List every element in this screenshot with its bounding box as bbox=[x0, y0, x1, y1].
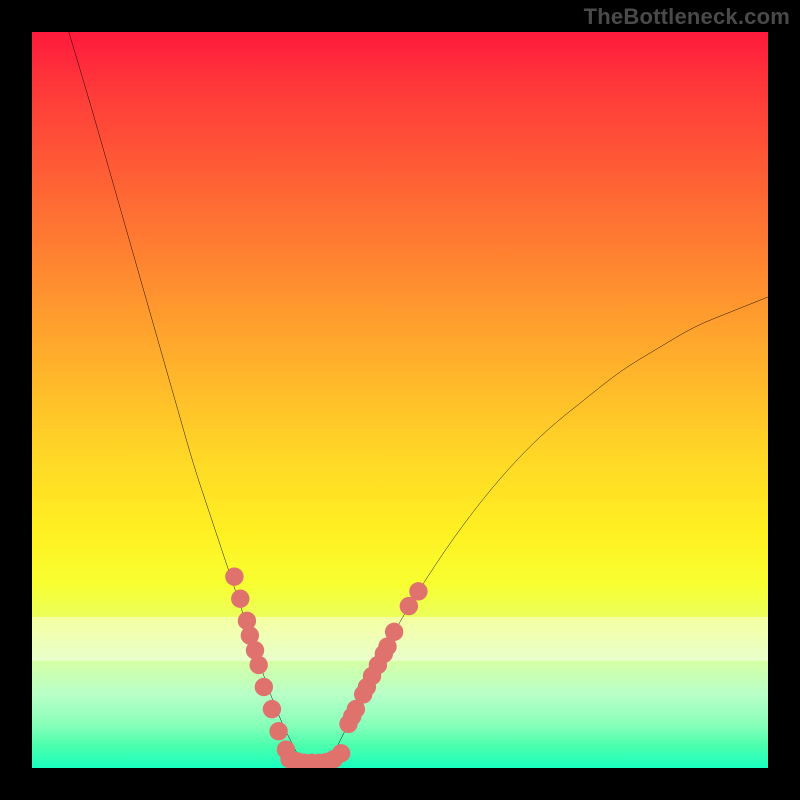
plot-area bbox=[32, 32, 768, 768]
chart-svg bbox=[32, 32, 768, 768]
chart-frame: TheBottleneck.com bbox=[0, 0, 800, 800]
curve-group bbox=[69, 32, 768, 768]
marker-left-1 bbox=[231, 590, 249, 608]
marker-right-11 bbox=[409, 582, 427, 600]
marker-left-0 bbox=[225, 567, 243, 585]
watermark-label: TheBottleneck.com bbox=[584, 4, 790, 30]
left-curve-line bbox=[69, 32, 305, 768]
marker-left-7 bbox=[263, 700, 281, 718]
marker-left-6 bbox=[255, 678, 273, 696]
marker-right-9 bbox=[385, 623, 403, 641]
marker-flat-7 bbox=[332, 744, 350, 762]
marker-group bbox=[225, 567, 427, 768]
marker-left-5 bbox=[249, 656, 267, 674]
right-curve-line bbox=[326, 297, 768, 768]
marker-left-8 bbox=[269, 722, 287, 740]
